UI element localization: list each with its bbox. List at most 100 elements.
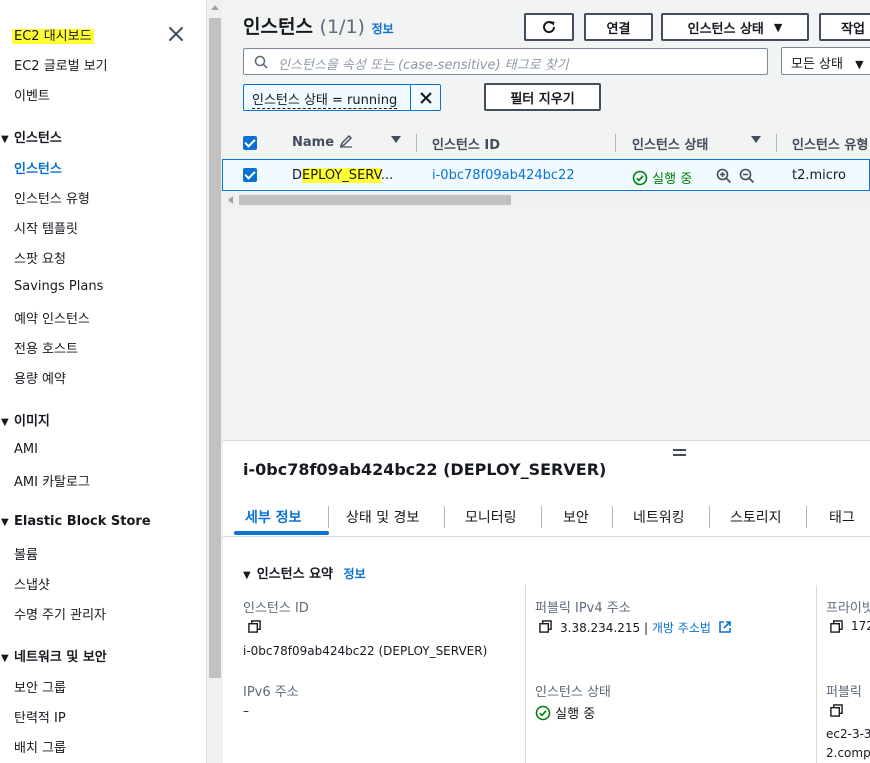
tab-networking[interactable]: 네트워킹 [633, 507, 685, 527]
instance-summary-header[interactable]: ▼ 인스턴스 요약 정보 [243, 563, 366, 582]
sidebar-item-label: EC2 대시보드 [12, 29, 94, 44]
instance-state-cell: 실행 중 [632, 168, 692, 187]
tab-monitoring[interactable]: 모니터링 [465, 507, 517, 527]
sidebar-item-instance-types[interactable]: 인스턴스 유형 [14, 188, 90, 207]
remove-filter-button[interactable] [410, 85, 440, 110]
copy-icon[interactable] [248, 620, 261, 633]
scrollbar-thumb[interactable] [239, 195, 511, 205]
caret-down-icon: ▼ [1, 517, 9, 528]
zoom-out-icon[interactable] [739, 168, 755, 184]
sidebar-item-security-groups[interactable]: 보안 그룹 [14, 677, 66, 696]
caret-down-icon: ▼ [243, 570, 251, 581]
sidebar-item-snapshots[interactable]: 스냅샷 [14, 574, 50, 593]
sidebar-item-ec2-global-view[interactable]: EC2 글로벌 보기 [14, 55, 108, 74]
zoom-in-icon[interactable] [716, 168, 732, 184]
close-icon[interactable] [165, 23, 187, 45]
close-icon [419, 91, 432, 104]
split-divider [223, 440, 870, 441]
sidebar-section-ebs[interactable]: ▼ Elastic Block Store [0, 514, 151, 529]
sidebar-item-ami[interactable]: AMI [14, 442, 38, 457]
column-header-instance-state[interactable]: 인스턴스 상태 [632, 134, 708, 153]
sidebar-item-events[interactable]: 이벤트 [14, 85, 50, 104]
check-circle-icon [632, 170, 648, 186]
search-placeholder: 인스턴스을 속성 또는 (case-sensitive) 태그로 찾기 [278, 58, 569, 73]
table-row[interactable]: DEPLOY_SERV... i-0bc78f09ab424bc22 실행 중 … [222, 159, 870, 191]
instance-state-button[interactable]: 인스턴스 상태 ▼ [661, 13, 809, 41]
actions-button[interactable]: 작업 [819, 13, 870, 41]
caret-down-icon: ▼ [1, 417, 9, 428]
main-content: 인스턴스 (1/1) 정보 연결 인스턴스 상태 ▼ 작업 인스턴스을 속성 또… [222, 0, 870, 763]
sidebar-section-images[interactable]: ▼ 이미지 [0, 410, 50, 429]
sidebar-item-savings-plans[interactable]: Savings Plans [14, 279, 103, 294]
instance-id-value: i-0bc78f09ab424bc22 (DEPLOY_SERVER) [243, 644, 488, 658]
sidebar-section-network[interactable]: ▼ 네트워크 및 보안 [0, 646, 107, 665]
instance-name-cell: DEPLOY_SERV... [292, 168, 394, 183]
caret-down-icon: ▼ [773, 20, 783, 34]
info-link[interactable]: 정보 [344, 567, 366, 581]
column-header-instance-id[interactable]: 인스턴스 ID [432, 134, 500, 153]
sidebar-item-volumes[interactable]: 볼륨 [14, 544, 38, 563]
copy-icon[interactable] [830, 620, 843, 633]
tab-details[interactable]: 세부 정보 [245, 507, 301, 527]
sort-caret-icon[interactable] [391, 136, 401, 143]
sidebar-item-capacity-reservations[interactable]: 용량 예약 [14, 368, 66, 387]
filter-token[interactable]: 인스턴스 상태 = running [243, 84, 441, 111]
column-header-name[interactable]: Name [292, 134, 353, 150]
sidebar-item-ami-catalog[interactable]: AMI 카탈로그 [14, 471, 90, 490]
scroll-up-arrow-icon[interactable] [211, 5, 219, 10]
public-ipv4-label: 퍼블릭 IPv4 주소 [535, 601, 631, 616]
copy-icon[interactable] [539, 620, 552, 633]
filter-token-label: 인스턴스 상태 = running [252, 93, 398, 109]
private-ipv4-label: 프라이빗 [826, 601, 870, 616]
sidebar-item-instances[interactable]: 인스턴스 [14, 158, 62, 177]
caret-down-icon: ▼ [855, 58, 864, 71]
select-all-checkbox[interactable] [243, 136, 257, 150]
tab-status-alarms[interactable]: 상태 및 경보 [346, 507, 419, 527]
sort-caret-icon[interactable] [751, 136, 761, 143]
caret-down-icon: ▼ [1, 653, 9, 664]
ipv6-value: – [243, 704, 249, 718]
resize-handle-icon[interactable] [673, 449, 686, 456]
external-link-icon[interactable] [718, 620, 732, 634]
sidebar-item-dedicated-hosts[interactable]: 전용 호스트 [14, 338, 78, 357]
sidebar-item-ec2-dashboard[interactable]: EC2 대시보드 [12, 25, 94, 44]
sidebar-item-lifecycle-manager[interactable]: 수명 주기 관리자 [14, 604, 106, 623]
scroll-left-arrow-icon[interactable] [228, 196, 233, 204]
clear-filters-button[interactable]: 필터 지우기 [484, 83, 601, 111]
sidebar-scrollbar[interactable] [206, 0, 223, 763]
instances-panel: 인스턴스 (1/1) 정보 연결 인스턴스 상태 ▼ 작업 인스턴스을 속성 또… [222, 0, 870, 440]
sidebar-item-launch-templates[interactable]: 시작 템플릿 [14, 218, 78, 237]
instance-id-label: 인스턴스 ID [243, 601, 309, 616]
tab-storage[interactable]: 스토리지 [730, 507, 782, 527]
column-header-instance-type[interactable]: 인스턴스 유형 [792, 134, 868, 153]
public-dns-value-cont: 2.comp [826, 746, 870, 760]
state-filter-select[interactable]: 모든 상태 ▼ [781, 47, 870, 75]
pencil-icon [339, 135, 352, 148]
copy-icon[interactable] [830, 704, 843, 717]
instance-state-label: 인스턴스 상태 [535, 685, 611, 700]
info-link[interactable]: 정보 [372, 22, 394, 36]
search-icon [254, 55, 268, 69]
sidebar-item-reserved-instances[interactable]: 예약 인스턴스 [14, 308, 90, 327]
open-address-link[interactable]: 개방 주소법 [652, 621, 711, 635]
sidebar-item-elastic-ips[interactable]: 탄력적 IP [14, 707, 66, 726]
row-checkbox[interactable] [243, 168, 257, 182]
instance-count: (1/1) [319, 16, 365, 38]
refresh-button[interactable] [524, 13, 574, 41]
public-dns-value: ec2-3-3 [826, 727, 870, 741]
tab-tags[interactable]: 태그 [829, 507, 855, 527]
sidebar-section-instances[interactable]: ▼ 인스턴스 [0, 127, 62, 146]
sidebar-item-placement-groups[interactable]: 배치 그룹 [14, 737, 66, 756]
search-input[interactable]: 인스턴스을 속성 또는 (case-sensitive) 태그로 찾기 [243, 48, 768, 75]
sidebar-item-spot-requests[interactable]: 스팟 요청 [14, 248, 66, 267]
instance-state-value: 실행 중 [535, 703, 595, 722]
scrollbar-thumb[interactable] [209, 18, 221, 678]
check-circle-icon [535, 705, 551, 721]
sidebar: EC2 대시보드 EC2 글로벌 보기 이벤트 ▼ 인스턴스 인스턴스 인스턴스 … [0, 0, 206, 763]
instance-id-link[interactable]: i-0bc78f09ab424bc22 [432, 168, 575, 183]
table-horizontal-scrollbar[interactable] [223, 192, 870, 208]
connect-button[interactable]: 연결 [584, 13, 653, 41]
public-dns-label: 퍼블릭 [826, 685, 862, 700]
refresh-icon [543, 21, 556, 34]
tab-security[interactable]: 보안 [563, 507, 589, 527]
